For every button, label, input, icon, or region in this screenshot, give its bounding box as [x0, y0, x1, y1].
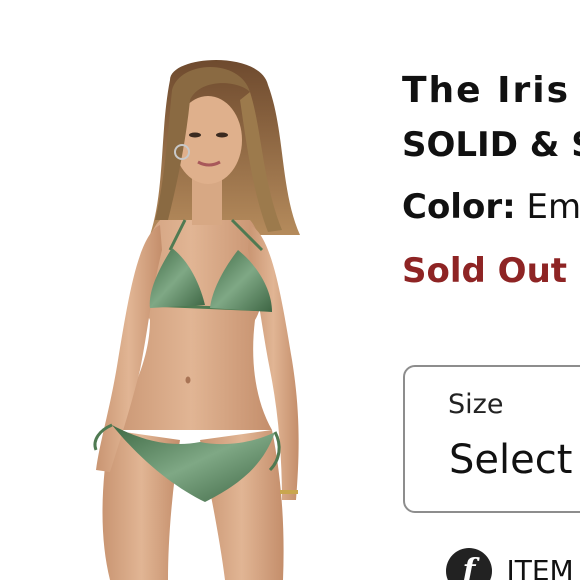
facebook-row[interactable]: f ITEM — [446, 548, 574, 580]
color-value: Em — [526, 187, 580, 227]
product-image[interactable] — [0, 0, 400, 580]
product-subtitle: SOLID & S — [402, 125, 580, 165]
sold-out-status: Sold Out — [402, 251, 568, 291]
product-color: Color: Em — [402, 186, 580, 228]
facebook-icon[interactable]: f — [446, 548, 492, 580]
product-title: The Iris — [402, 70, 571, 111]
size-selector[interactable]: Size Select — [403, 365, 580, 513]
model-photo — [93, 60, 300, 580]
size-label: Size — [448, 389, 504, 420]
color-label: Color: — [402, 187, 516, 227]
facebook-text: ITEM — [506, 554, 574, 580]
size-value: Select — [449, 437, 573, 483]
product-page: The Iris SOLID & S Color: Em Sold Out Si… — [0, 0, 580, 580]
